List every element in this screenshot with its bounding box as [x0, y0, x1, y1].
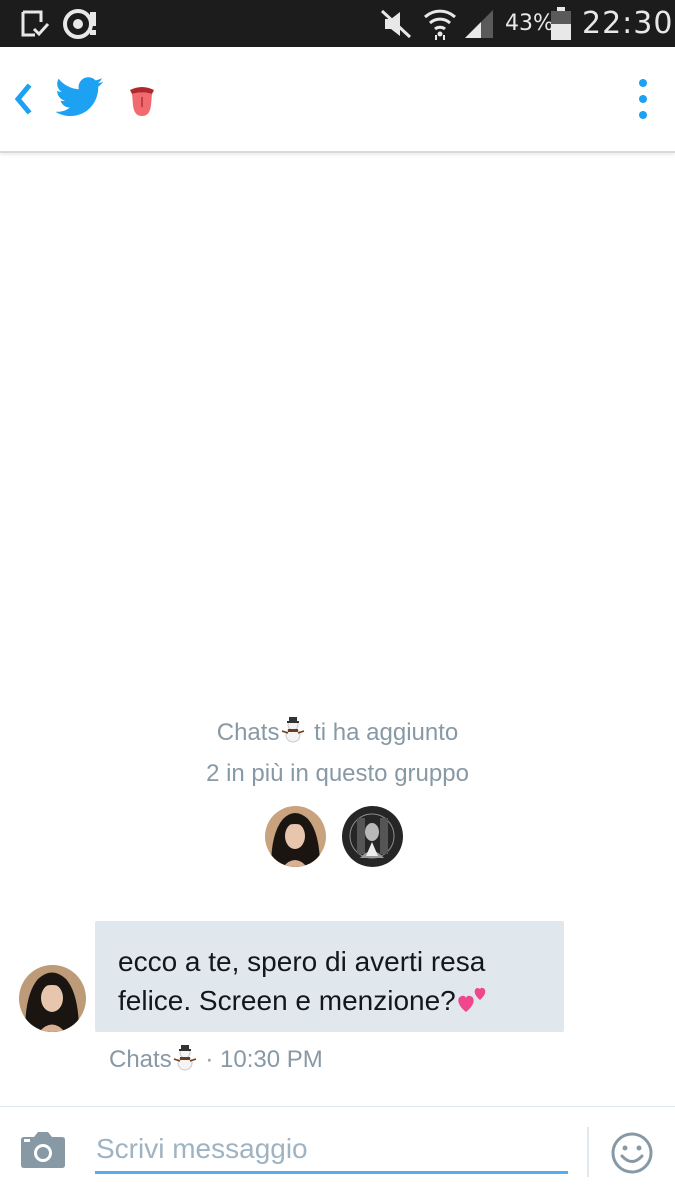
message-meta: Chats · 10:30 PM: [109, 1044, 323, 1075]
more-vertical-icon: [639, 79, 647, 119]
overflow-menu-button[interactable]: [626, 75, 660, 125]
back-button[interactable]: [6, 77, 40, 121]
emoji-button[interactable]: [610, 1131, 654, 1180]
snowman-emoji-icon: [173, 1045, 196, 1071]
chevron-left-icon: [14, 83, 32, 115]
message-time-separator: ·: [205, 1046, 214, 1073]
message-bubble[interactable]: ecco a te, spero di averti resa felice. …: [95, 921, 564, 1032]
sync-icon: [63, 9, 96, 39]
download-done-icon: [21, 10, 50, 37]
message-input[interactable]: [95, 1127, 568, 1174]
composer-divider: [587, 1127, 589, 1177]
message-text: ecco a te, spero di averti resa felice. …: [118, 946, 486, 1016]
status-clock: 22:30: [582, 6, 674, 41]
added-action-text: ti ha aggiunto: [314, 719, 459, 746]
member-avatar-1[interactable]: [265, 806, 326, 867]
wifi-icon: [423, 9, 457, 40]
member-avatar-1-image: [265, 806, 326, 867]
message-composer: [0, 1106, 675, 1201]
camera-button[interactable]: [20, 1131, 66, 1176]
snowman-emoji-icon: [282, 717, 305, 743]
status-bar: 43% 22:30: [0, 0, 675, 47]
battery-percent: 43%: [505, 11, 554, 36]
mute-icon: [380, 9, 412, 39]
member-avatar-2[interactable]: [342, 806, 403, 867]
message-timestamp: 10:30 PM: [220, 1046, 323, 1073]
adder-name: Chats: [216, 719, 280, 746]
tongue-emoji-icon: [130, 87, 154, 116]
signal-icon: [465, 10, 493, 38]
message-sender-name: Chats: [109, 1046, 172, 1073]
smiley-icon: [611, 1132, 653, 1174]
group-added-notice: Chats ti ha aggiunto: [0, 716, 675, 748]
member-avatar-2-image: [342, 806, 403, 867]
two-hearts-emoji-icon: [458, 987, 486, 1012]
sender-avatar-image: [19, 965, 86, 1032]
twitter-bird-icon: [56, 77, 104, 116]
sender-avatar[interactable]: [19, 965, 86, 1032]
conversation-header: [0, 47, 675, 153]
group-others-text: 2 in più in questo gruppo: [206, 760, 469, 787]
camera-icon: [21, 1132, 65, 1168]
battery-icon: [551, 7, 571, 40]
